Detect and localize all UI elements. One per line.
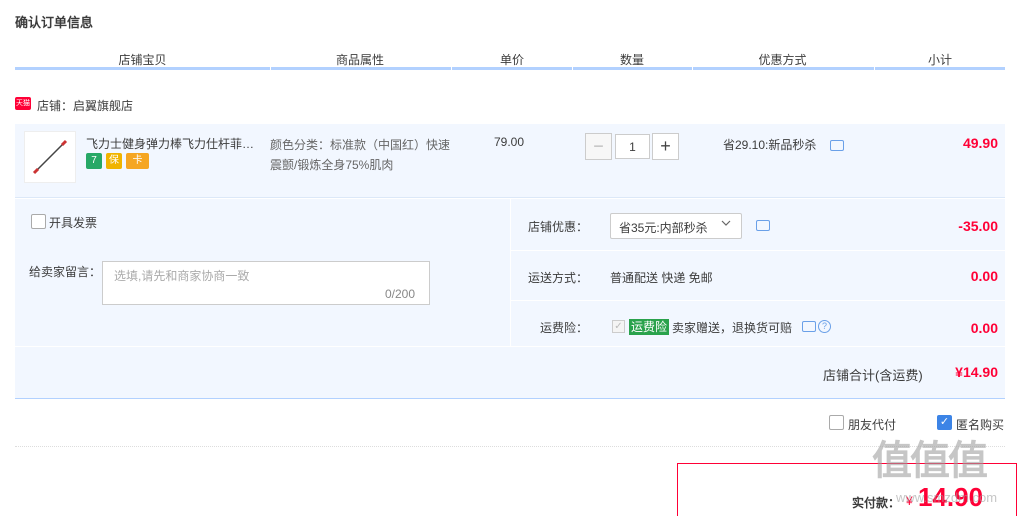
shop-name[interactable]: 店铺：启翼旗舰店 [37, 97, 133, 114]
friend-pay-checkbox[interactable] [829, 415, 844, 430]
column-header-unit-price: 单价 [499, 53, 524, 67]
chat-icon[interactable] [802, 321, 816, 332]
chat-icon[interactable] [756, 220, 770, 231]
product-title-link[interactable]: 飞力士健身弹力棒飞力仕杆菲力士棒... [86, 135, 266, 152]
shop-discount-amount: -35.00 [958, 218, 998, 234]
watermark-url: www.smzdm.com [896, 490, 998, 505]
panel-divider [510, 250, 1005, 251]
insurance-description: 卖家赠送，退换货可赔 [672, 321, 793, 335]
column-header-attributes: 商品属性 [335, 53, 384, 67]
quantity-increase-button[interactable]: + [652, 133, 679, 160]
item-subtotal: 49.90 [962, 135, 998, 151]
shipping-amount: 0.00 [970, 268, 998, 284]
insurance-amount: 0.00 [970, 320, 998, 336]
shop-total-label: 店铺合计(含运费) [823, 368, 923, 383]
product-thumbnail[interactable] [24, 131, 76, 183]
column-header-quantity: 数量 [619, 53, 644, 67]
column-header-discount: 优惠方式 [758, 53, 807, 67]
help-icon[interactable]: ? [818, 320, 831, 333]
payment-label: 实付款： [852, 496, 901, 510]
header-divider [15, 67, 1005, 70]
header-separator [270, 67, 271, 70]
shipping-label: 运送方式： [527, 271, 588, 285]
header-separator [874, 67, 875, 70]
invoice-label[interactable]: 开具发票 [49, 214, 97, 231]
header-separator [451, 67, 452, 70]
quantity-input[interactable] [615, 134, 650, 159]
shop-total-amount: ¥14.90 [955, 364, 998, 380]
shop-discount-label: 店铺优惠： [527, 220, 588, 234]
column-header-shop-item: 店铺宝贝 [118, 53, 167, 67]
insurance-checkbox: ✓ [612, 320, 625, 333]
chat-icon[interactable] [830, 140, 844, 151]
page-title: 确认订单信息 [15, 15, 94, 30]
item-promotion: 省29.10:新品秒杀 [723, 138, 817, 152]
product-attributes: 颜色分类：标准款（中国红）快速震颤/锻炼全身75%肌肉 [270, 138, 451, 172]
credit-card-icon[interactable]: 卡 [126, 153, 149, 169]
panel-divider [510, 300, 1005, 301]
header-separator [572, 67, 573, 70]
shop-discount-selected: 省35元:内部秒杀 [619, 221, 708, 235]
guarantee-icon[interactable]: 保 [106, 153, 122, 169]
tmall-icon: 天猫 [15, 97, 31, 110]
header-separator [692, 67, 693, 70]
panel-divider [15, 346, 1005, 347]
column-header-subtotal: 小计 [927, 53, 952, 67]
shipping-insurance-badge: 运费险 [629, 319, 670, 335]
message-placeholder: 选填,请先和商家协商一致 [114, 269, 250, 283]
unit-price: 79.00 [494, 135, 525, 149]
message-char-counter: 0/200 [385, 287, 416, 301]
shipping-method: 普通配送 快递 免邮 [610, 271, 713, 285]
chevron-down-icon [720, 217, 732, 232]
message-label: 给卖家留言： [29, 265, 102, 279]
watermark-logo: 值值值 [872, 439, 988, 483]
quantity-decrease-button[interactable]: − [585, 133, 612, 160]
fitness-bar-icon [32, 139, 68, 175]
invoice-checkbox[interactable] [31, 214, 46, 229]
section-divider [15, 446, 1005, 447]
insurance-label: 运费险： [539, 321, 588, 335]
seven-day-return-icon[interactable]: 7 [86, 153, 102, 169]
